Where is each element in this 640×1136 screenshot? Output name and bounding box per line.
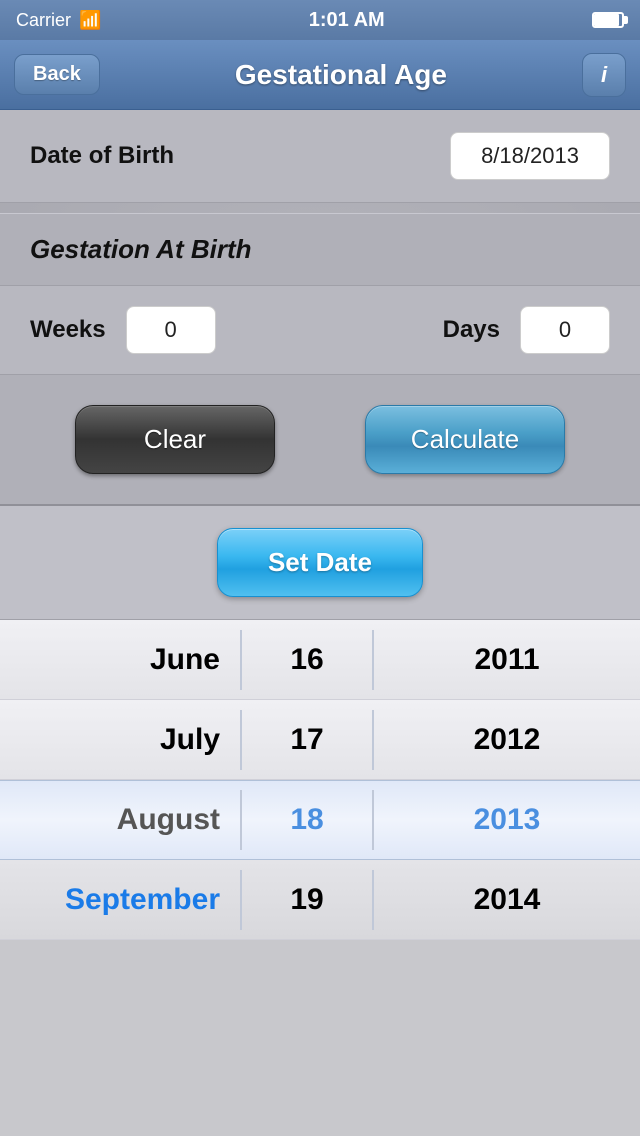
picker-row-1[interactable]: June 16 2011 [0,620,640,700]
wifi-icon: 📶 [79,10,101,31]
weeks-input[interactable]: 0 [126,306,216,354]
picker-month-4: September [0,883,240,917]
picker-day-2: 17 [242,723,372,757]
weeks-days-row: Weeks 0 Days 0 [0,286,640,375]
date-picker[interactable]: June 16 2011 July 17 2012 August 18 2013… [0,620,640,940]
nav-bar: Back Gestational Age i [0,40,640,110]
status-left: Carrier 📶 [16,10,101,31]
picker-row-selected[interactable]: August 18 2013 [0,780,640,860]
page-title: Gestational Age [235,59,447,91]
picker-day-selected: 18 [242,803,372,837]
picker-row-4[interactable]: September 19 2014 [0,860,640,940]
picker-month-2: July [0,723,240,757]
info-button[interactable]: i [582,53,626,97]
picker-row-2[interactable]: July 17 2012 [0,700,640,780]
picker-year-selected: 2013 [374,803,640,837]
picker-day-1: 16 [242,643,372,677]
main-content: Date of Birth 8/18/2013 Gestation At Bir… [0,110,640,506]
gestation-label: Gestation At Birth [30,234,251,264]
dob-value[interactable]: 8/18/2013 [450,132,610,180]
battery-icon [592,12,624,28]
status-time: 1:01 AM [309,9,385,32]
carrier-label: Carrier [16,10,71,31]
weeks-label: Weeks [30,316,106,344]
picker-year-1: 2011 [374,643,640,677]
dob-label: Date of Birth [30,142,174,170]
days-input[interactable]: 0 [520,306,610,354]
set-date-button[interactable]: Set Date [217,528,423,597]
status-bar: Carrier 📶 1:01 AM [0,0,640,40]
days-label: Days [443,316,500,344]
dob-row: Date of Birth 8/18/2013 [0,110,640,203]
picker-year-4: 2014 [374,883,640,917]
set-date-section: Set Date [0,506,640,620]
status-right [592,12,624,28]
buttons-row: Clear Calculate [0,375,640,506]
picker-month-1: June [0,643,240,677]
picker-year-2: 2012 [374,723,640,757]
clear-button[interactable]: Clear [75,405,275,474]
gestation-header: Gestation At Birth [0,213,640,286]
picker-day-4: 19 [242,883,372,917]
back-button[interactable]: Back [14,54,100,95]
calculate-button[interactable]: Calculate [365,405,565,474]
picker-month-selected: August [0,803,240,837]
